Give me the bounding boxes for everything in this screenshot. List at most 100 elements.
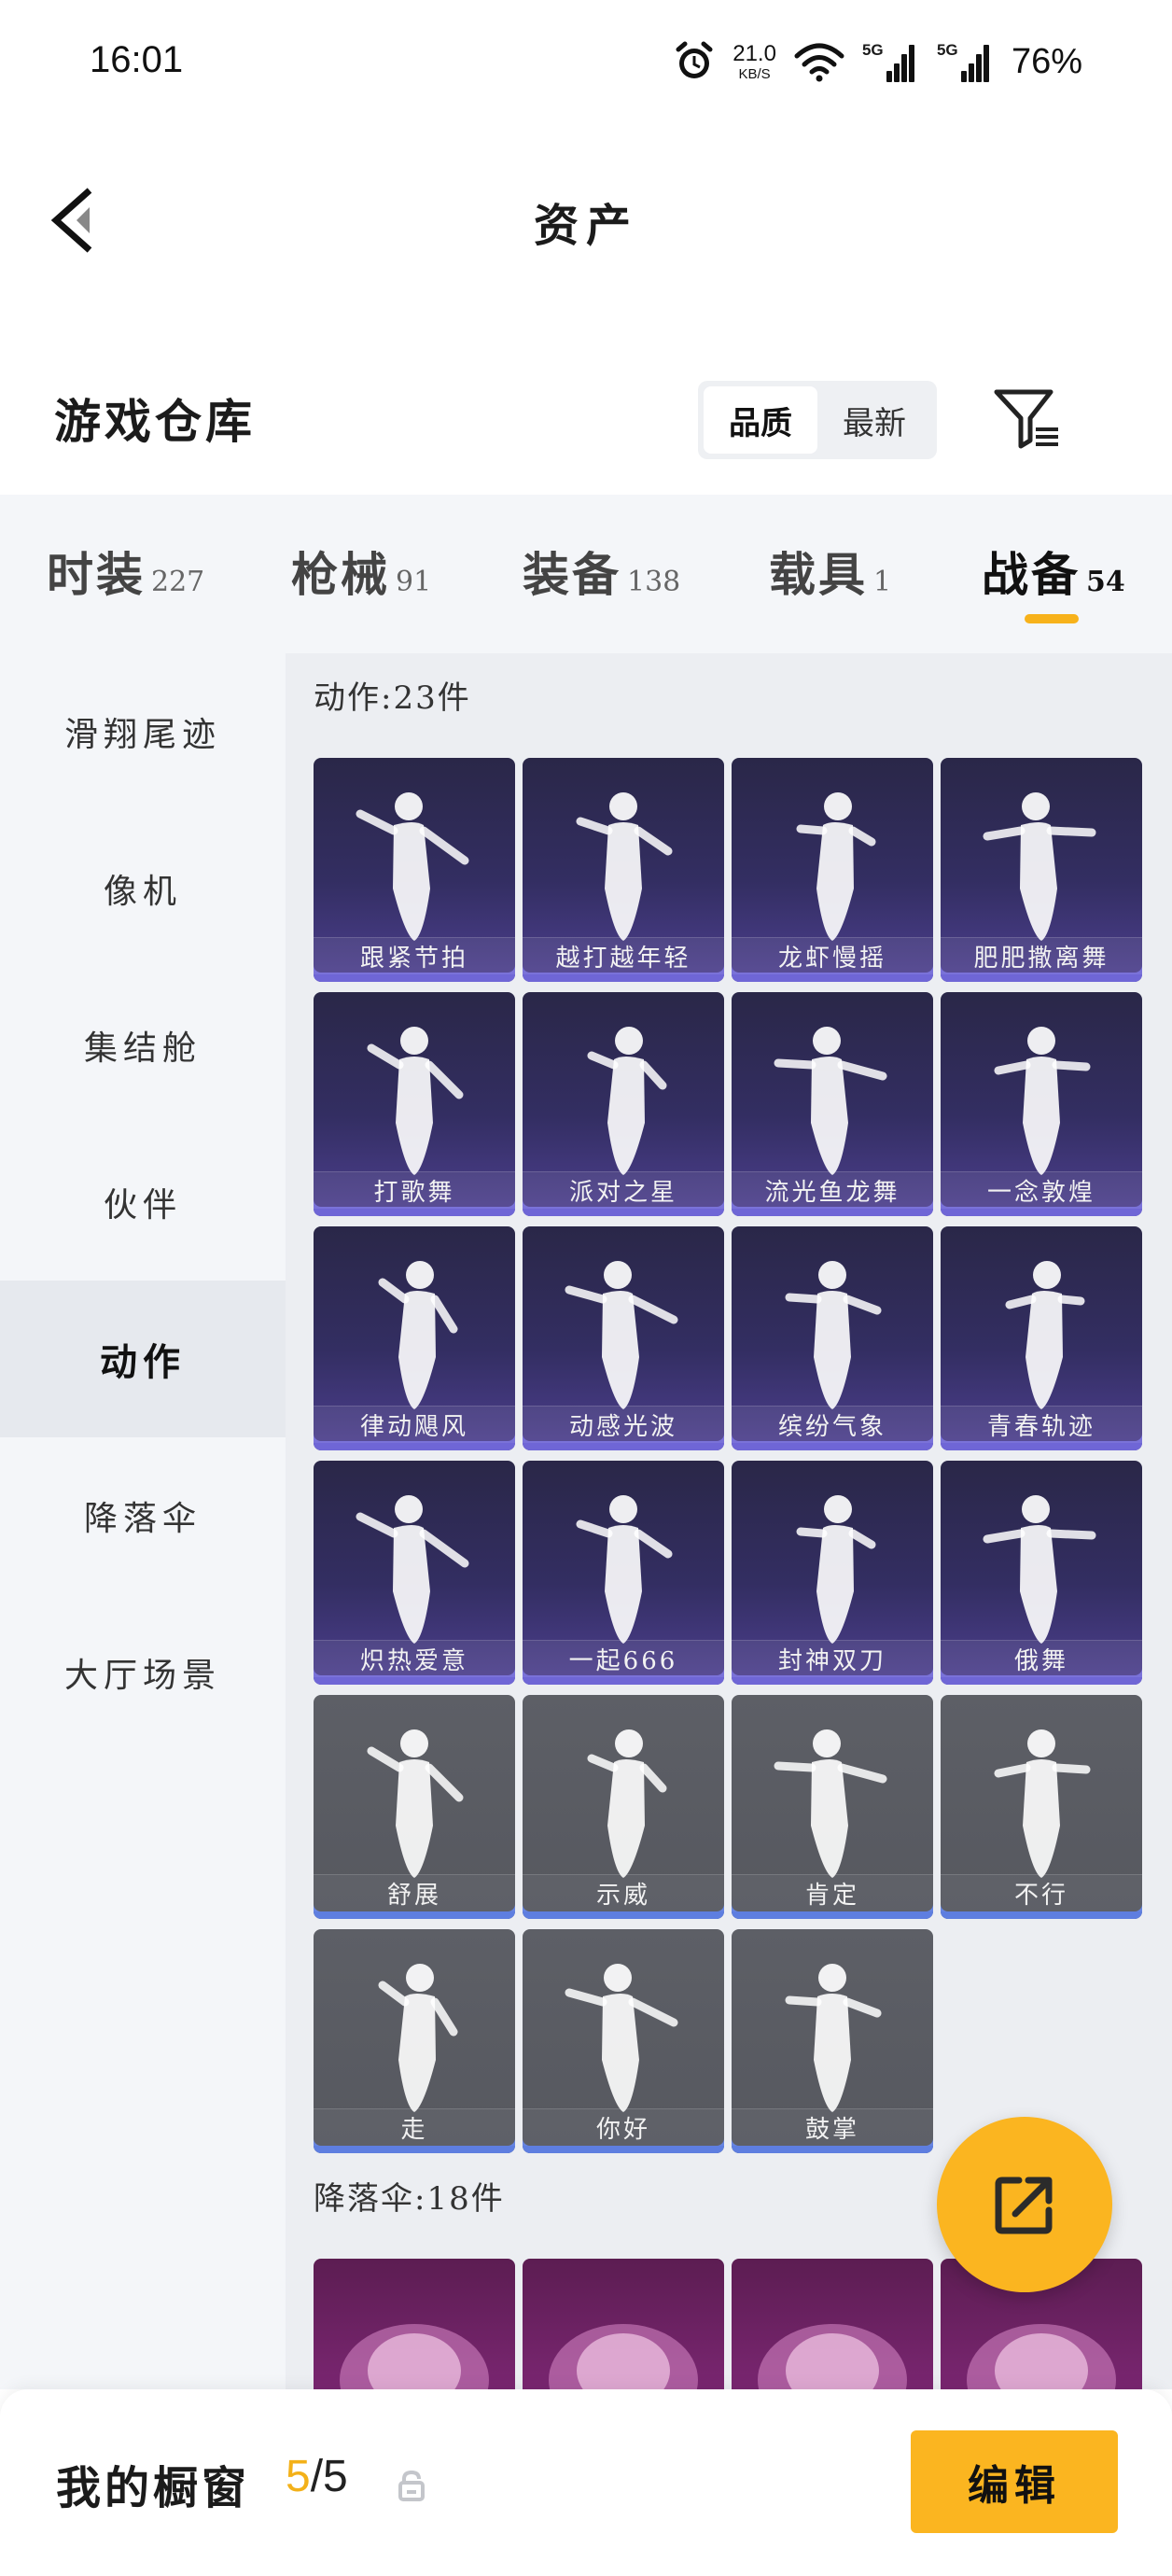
item-card[interactable]: 派对之星: [523, 992, 724, 1216]
item-card[interactable]: 越打越年轻: [523, 758, 724, 982]
item-card[interactable]: 动感光波: [523, 1226, 724, 1450]
sidebar-item-emotes[interactable]: 动作: [0, 1281, 286, 1437]
tab-equipment[interactable]: 装备 138: [523, 538, 680, 605]
sidebar-item-camera[interactable]: 像机: [0, 810, 286, 967]
item-label: 封神双刀: [732, 1640, 933, 1677]
emote-figure-icon: [587, 1027, 667, 1175]
item-label: 缤纷气象: [732, 1406, 933, 1443]
item-card[interactable]: 打歌舞: [314, 992, 515, 1216]
item-card[interactable]: 你好: [523, 1929, 724, 2153]
status-icons: 21.0 KB/S 5G 5G 76%: [673, 34, 1082, 90]
item-label: 动感光波: [523, 1406, 724, 1443]
item-card[interactable]: 俄舞: [941, 1461, 1142, 1685]
item-card[interactable]: 流光鱼龙舞: [732, 992, 933, 1216]
emote-figure-icon: [576, 1495, 673, 1644]
item-card[interactable]: 不行: [941, 1695, 1142, 1919]
item-label: 肥肥撒离舞: [941, 937, 1142, 974]
item-label: 流光鱼龙舞: [732, 1171, 933, 1209]
tab-active-indicator: [1025, 614, 1079, 623]
emote-figure-icon: [774, 1729, 887, 1878]
parachute-thumbnail: [549, 2324, 698, 2389]
item-card[interactable]: 一念敦煌: [941, 992, 1142, 1216]
signal-icon: 5G: [937, 41, 995, 82]
emote-figure-icon: [785, 1964, 882, 2112]
item-label: 你好: [523, 2108, 724, 2146]
alarm-icon: [676, 41, 713, 78]
status-bar: 16:01 21.0 KB/S 5G 5G 76%: [0, 0, 1172, 131]
item-label: 龙虾慢摇: [732, 937, 933, 974]
item-label: 走: [314, 2108, 515, 2146]
lock-icon: [398, 2470, 425, 2501]
emote-figure-icon: [565, 1261, 678, 1409]
battery-level: 76%: [1011, 41, 1082, 81]
item-label: 律动飓风: [314, 1406, 515, 1443]
emote-figure-icon: [587, 1729, 667, 1878]
item-label: 一念敦煌: [941, 1171, 1142, 1209]
emote-figure-icon: [983, 1495, 1096, 1644]
sidebar-item-lobby-scene[interactable]: 大厅场景: [0, 1594, 286, 1751]
emote-figure-icon: [983, 792, 1096, 941]
page-title: 资产: [533, 200, 638, 252]
tab-firearms[interactable]: 枪械 91: [291, 538, 431, 605]
showcase-count: 5/5: [286, 2452, 348, 2501]
item-label: 不行: [941, 1874, 1142, 1911]
emote-figure-icon: [785, 1261, 882, 1409]
section-title: 降落伞:18件: [314, 2180, 505, 2218]
warehouse-header: 游戏仓库 品质 最新: [0, 364, 1172, 495]
item-card[interactable]: 走: [314, 1929, 515, 2153]
external-link-icon: [995, 2177, 1053, 2234]
item-card[interactable]: 缤纷气象: [732, 1226, 933, 1450]
item-label: 跟紧节拍: [314, 937, 515, 974]
item-card[interactable]: 舒展: [314, 1695, 515, 1919]
wifi-icon: [794, 43, 844, 82]
tab-battle-gear[interactable]: 战备 54: [982, 538, 1125, 605]
item-label: 派对之星: [523, 1171, 724, 1209]
item-card[interactable]: 示威: [523, 1695, 724, 1919]
item-label: 俄舞: [941, 1640, 1142, 1677]
share-button[interactable]: [937, 2117, 1112, 2292]
emote-figure-icon: [994, 1027, 1091, 1175]
item-card[interactable]: 肥肥撒离舞: [941, 758, 1142, 982]
item-card[interactable]: 龙虾慢摇: [732, 758, 933, 982]
emote-figure-icon: [576, 792, 673, 941]
emote-figure-icon: [1005, 1261, 1085, 1409]
showcase-label: 我的橱窗: [56, 2462, 251, 2514]
title-bar: 资产: [0, 131, 1172, 308]
emote-figure-icon: [994, 1729, 1091, 1878]
item-card[interactable]: [314, 2259, 515, 2389]
tab-vehicles[interactable]: 载具 1: [769, 538, 891, 605]
sidebar-item-glide-trail[interactable]: 滑翔尾迹: [0, 653, 286, 810]
category-tabs: 时装 227 枪械 91 装备 138 载具 1 战备 54: [0, 495, 1172, 653]
item-label: 炽热爱意: [314, 1640, 515, 1677]
sort-quality-button[interactable]: 品质: [704, 386, 817, 454]
emote-figure-icon: [774, 1027, 887, 1175]
sidebar-item-assembly-pod[interactable]: 集结舱: [0, 967, 286, 1124]
emote-figure-icon: [796, 1495, 876, 1644]
sidebar-item-parachute[interactable]: 降落伞: [0, 1437, 286, 1594]
item-card[interactable]: 跟紧节拍: [314, 758, 515, 982]
item-label: 打歌舞: [314, 1171, 515, 1209]
item-card[interactable]: [523, 2259, 724, 2389]
item-card[interactable]: 肯定: [732, 1695, 933, 1919]
item-card[interactable]: 封神双刀: [732, 1461, 933, 1685]
emote-figure-icon: [378, 1964, 458, 2112]
item-label: 肯定: [732, 1874, 933, 1911]
parachute-thumbnail: [340, 2324, 489, 2389]
showcase-bar: 我的橱窗 5/5 编辑: [0, 2389, 1172, 2576]
item-card[interactable]: [732, 2259, 933, 2389]
item-card[interactable]: 青春轨迹: [941, 1226, 1142, 1450]
sidebar-item-companion[interactable]: 伙伴: [0, 1124, 286, 1281]
tab-fashion[interactable]: 时装 227: [47, 538, 204, 605]
filter-icon[interactable]: [989, 381, 1064, 455]
item-label: 舒展: [314, 1874, 515, 1911]
edit-button[interactable]: 编辑: [911, 2430, 1118, 2533]
warehouse-title: 游戏仓库: [54, 394, 256, 449]
sort-newest-button[interactable]: 最新: [817, 386, 931, 454]
item-card[interactable]: 一起666: [523, 1461, 724, 1685]
item-card[interactable]: 炽热爱意: [314, 1461, 515, 1685]
emote-figure-icon: [367, 1027, 464, 1175]
item-card[interactable]: 鼓掌: [732, 1929, 933, 2153]
item-card[interactable]: 律动飓风: [314, 1226, 515, 1450]
sidebar: 滑翔尾迹 像机 集结舱 伙伴 动作 降落伞 大厅场景: [0, 653, 286, 2389]
emote-figure-icon: [367, 1729, 464, 1878]
